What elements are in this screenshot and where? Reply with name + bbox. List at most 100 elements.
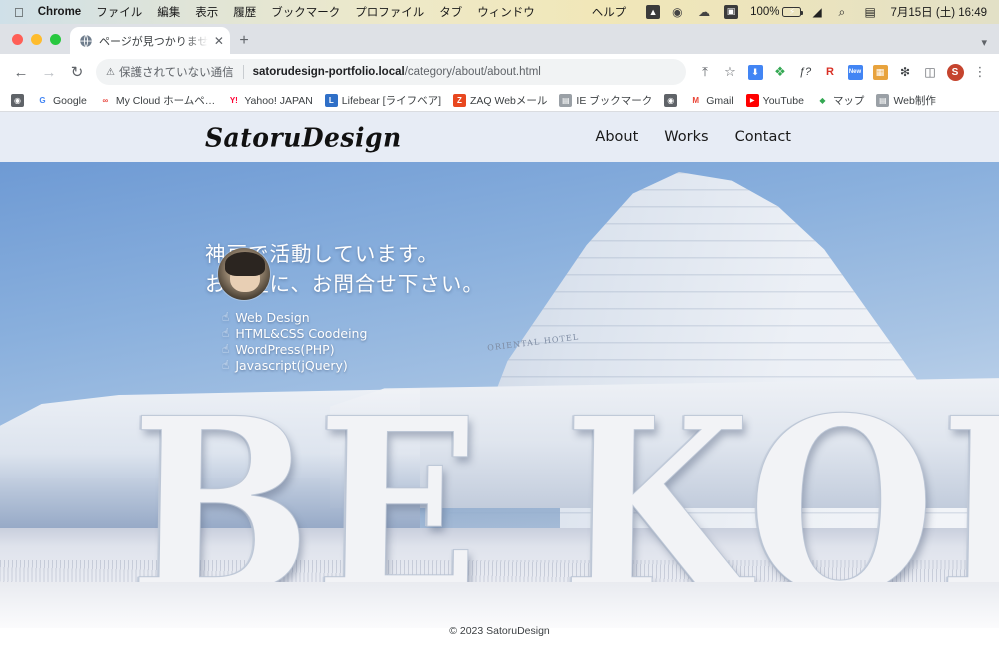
pointing-hand-icon: ☝ xyxy=(222,326,230,341)
chrome-window: ページが見つかりませんでした – ✕ + ▾ ← → ↻ ⚠ 保護されていない通… xyxy=(0,24,999,650)
tab-strip: ページが見つかりませんでした – ✕ + ▾ xyxy=(0,24,999,54)
triangle-warning-icon[interactable]: ▲ xyxy=(646,4,661,20)
bookmark-folder-webseisaku[interactable]: ▤ Web制作 xyxy=(871,91,940,110)
site-header: SatoruDesign About Works Contact xyxy=(0,112,999,162)
maximize-window-button[interactable] xyxy=(50,33,61,45)
avatar[interactable]: S xyxy=(944,61,966,83)
browser-tab[interactable]: ページが見つかりませんでした – ✕ xyxy=(70,27,230,54)
menu-item-bookmarks[interactable]: ブックマーク xyxy=(271,4,340,20)
list-item: ☝ Web Design xyxy=(222,310,367,326)
tab-title: ページが見つかりませんでした – xyxy=(99,35,208,48)
wifi-icon[interactable]: ◢ xyxy=(812,5,827,20)
screenshot-icon[interactable]: ▣ xyxy=(724,4,739,20)
browser-toolbar: ← → ↻ ⚠ 保護されていない通信 satorudesign-portfoli… xyxy=(0,54,999,90)
youtube-icon: ▶ xyxy=(745,94,759,107)
gmail-icon: M xyxy=(689,94,703,107)
spotlight-search-icon[interactable]: ⌕ xyxy=(838,5,853,20)
pointing-hand-icon: ☝ xyxy=(222,357,230,372)
three-dot-menu-icon[interactable]: ⋮ xyxy=(969,61,991,83)
url-path: /category/about/about.html xyxy=(404,66,541,78)
menu-bar-clock[interactable]: 7月15日 (土) 16:49 xyxy=(890,4,987,20)
yahoo-icon: Y! xyxy=(227,94,241,107)
nav-link-about[interactable]: About xyxy=(595,129,638,145)
nav-link-contact[interactable]: Contact xyxy=(735,129,791,145)
bookmark-label: Yahoo! JAPAN xyxy=(244,94,313,107)
downloader-extension-icon[interactable]: ⬇ xyxy=(744,61,766,83)
bookmark-label: Web制作 xyxy=(893,95,936,107)
bookmark-item-google[interactable]: G Google xyxy=(31,92,92,109)
bookmark-label: ZAQ Webメール xyxy=(470,95,548,107)
close-icon[interactable]: ✕ xyxy=(214,33,224,48)
security-label: 保護されていない通信 xyxy=(118,67,234,79)
control-center-icon[interactable]: ▤ xyxy=(864,5,879,20)
skills-list: ☝ Web Design ☝ HTML&CSS Coodeing ☝ WordP… xyxy=(222,310,367,374)
menu-item-profiles[interactable]: プロファイル xyxy=(355,4,424,20)
site-logo[interactable]: SatoruDesign xyxy=(205,122,402,152)
cloud-icon[interactable]: ☁ xyxy=(698,5,713,20)
bookmark-label: Lifebear [ライフベア] xyxy=(341,95,441,107)
forward-button[interactable]: → xyxy=(36,59,62,85)
fontface-ninja-extension-icon[interactable]: ƒ? xyxy=(794,61,816,83)
image-extension-icon[interactable]: ▦ xyxy=(869,61,891,83)
bookmark-item-lifebear[interactable]: L Lifebear [ライフベア] xyxy=(320,91,446,110)
battery-icon: ⚡ xyxy=(782,7,804,17)
globe-icon: ◉ xyxy=(664,94,678,107)
battery-status[interactable]: 100% ⚡ xyxy=(750,6,804,18)
skill-label: Javascript(jQuery) xyxy=(235,357,348,373)
macos-menu-bar:  Chrome ファイル 編集 表示 履歴 ブックマーク プロファイル タブ … xyxy=(0,0,999,24)
zaq-icon: Z xyxy=(453,94,466,107)
back-button[interactable]: ← xyxy=(8,59,34,85)
list-item: ☝ HTML&CSS Coodeing xyxy=(222,326,367,342)
bookmark-item-yahoo[interactable]: Y! Yahoo! JAPAN xyxy=(222,92,317,109)
menu-item-file[interactable]: ファイル xyxy=(96,4,142,20)
url-text: satorudesign-portfolio.local/category/ab… xyxy=(253,66,541,78)
bookmark-item[interactable]: ◉ xyxy=(659,92,682,109)
bookmark-item-mycloud[interactable]: ∞ My Cloud ホームペ… xyxy=(94,91,220,110)
ruler-extension-icon[interactable]: R xyxy=(819,61,841,83)
globe-icon: ◉ xyxy=(11,94,24,107)
reload-button[interactable]: ↻ xyxy=(64,59,90,85)
chevron-down-icon[interactable]: ▾ xyxy=(981,36,987,49)
toolbar-icons: ⤒ ☆ ⬇ ❖ ƒ? R New ▦ ❇ ◫ S ⋮ xyxy=(694,61,991,83)
menu-item-edit[interactable]: 編集 xyxy=(157,4,180,20)
bookmark-item-zaq[interactable]: Z ZAQ Webメール xyxy=(448,91,552,110)
bookmark-item-maps[interactable]: ◆ マップ xyxy=(811,91,870,110)
menu-item-chrome[interactable]: Chrome xyxy=(38,6,81,18)
pointing-hand-icon: ☝ xyxy=(222,342,230,357)
colorzilla-extension-icon[interactable]: ❖ xyxy=(769,61,791,83)
bookmark-folder-ie[interactable]: ▤ IE ブックマーク xyxy=(554,91,657,110)
bookmark-star-icon[interactable]: ☆ xyxy=(719,61,741,83)
site-navigation: About Works Contact xyxy=(595,129,791,145)
bookmark-item-youtube[interactable]: ▶ YouTube xyxy=(741,92,809,109)
bookmark-label: Google xyxy=(53,94,87,107)
address-bar[interactable]: ⚠ 保護されていない通信 satorudesign-portfolio.loca… xyxy=(96,59,686,85)
bookmark-item-gmail[interactable]: M Gmail xyxy=(684,92,738,109)
bookmark-label: My Cloud ホームペ… xyxy=(115,95,216,107)
omnibox-divider xyxy=(242,65,244,79)
nav-link-works[interactable]: Works xyxy=(664,129,708,145)
close-window-button[interactable] xyxy=(12,33,23,45)
menu-item-view[interactable]: 表示 xyxy=(195,4,218,20)
new-tab-button[interactable]: + xyxy=(230,27,258,54)
maps-icon: ◆ xyxy=(815,94,829,107)
menu-item-history[interactable]: 履歴 xyxy=(233,4,256,20)
bookmark-item[interactable]: ◉ xyxy=(6,92,29,109)
list-item: ☝ Javascript(jQuery) xyxy=(222,358,367,374)
pointing-hand-icon: ☝ xyxy=(222,310,230,325)
share-icon[interactable]: ⤒ xyxy=(694,61,716,83)
extensions-puzzle-icon[interactable]: ❇ xyxy=(894,61,916,83)
globe-icon xyxy=(80,34,92,47)
skill-label: HTML&CSS Coodeing xyxy=(235,325,368,341)
apple-menu-icon[interactable]:  xyxy=(14,6,24,19)
eye-privacy-icon[interactable]: ◉ xyxy=(672,5,687,20)
security-indicator[interactable]: ⚠ 保護されていない通信 xyxy=(106,64,234,80)
menu-item-tab[interactable]: タブ xyxy=(439,4,462,20)
side-panel-icon[interactable]: ◫ xyxy=(919,61,941,83)
menu-item-window[interactable]: ウィンドウ xyxy=(477,4,535,20)
hero-section: ORIENTAL HOTEL BE KOBE 神戸で活動しています。 お気軽に、… xyxy=(0,162,999,628)
minimize-window-button[interactable] xyxy=(31,33,42,45)
screenshot-extension-icon[interactable]: New xyxy=(844,61,866,83)
menu-item-help[interactable]: ヘルプ xyxy=(592,4,627,20)
skill-label: Web Design xyxy=(235,310,310,325)
web-page: SatoruDesign About Works Contact ORIENTA… xyxy=(0,112,999,650)
